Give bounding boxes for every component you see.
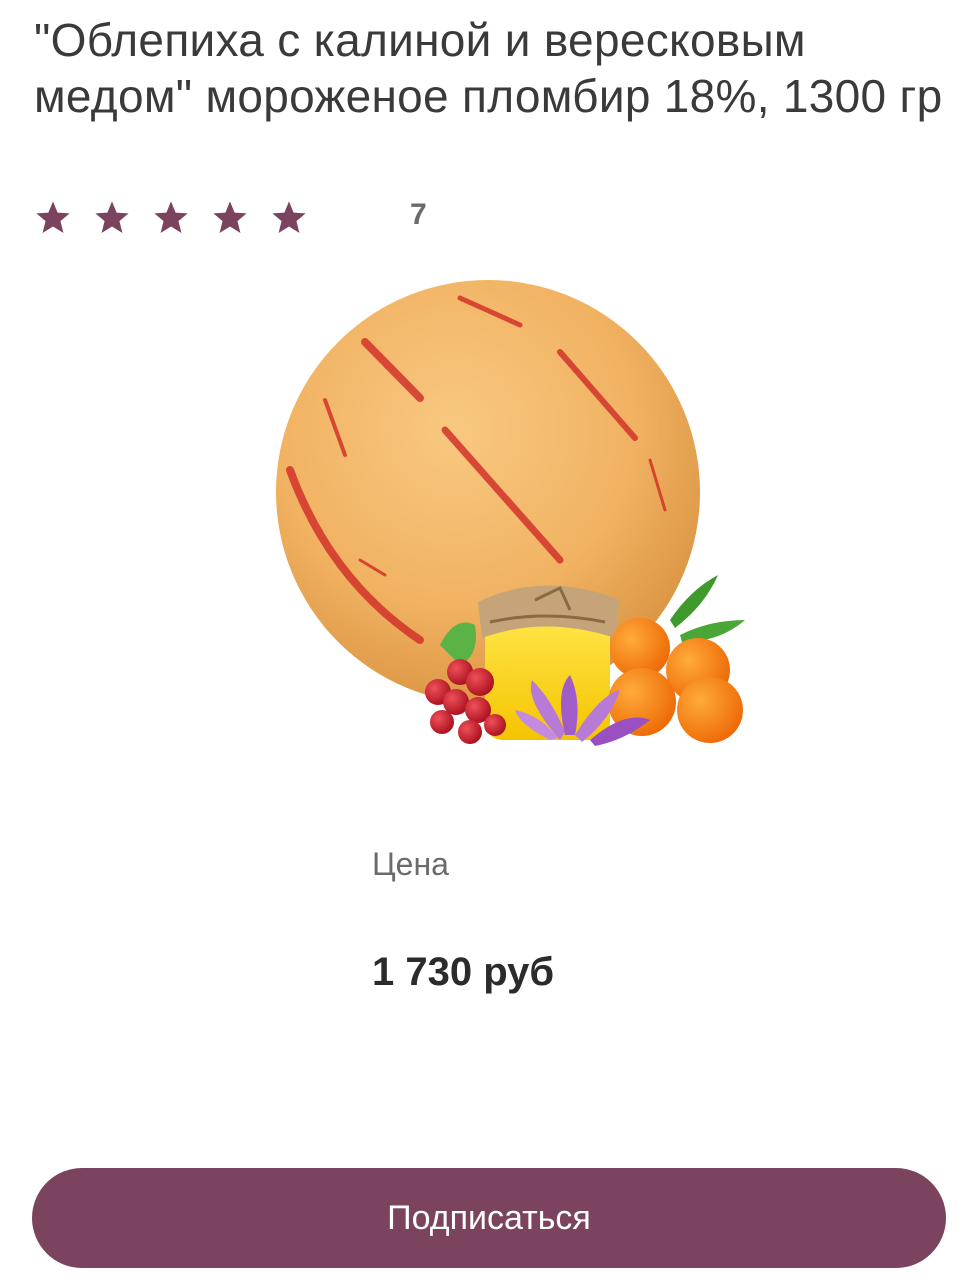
subscribe-button[interactable]: Подписаться bbox=[32, 1168, 946, 1268]
product-page: "Облепиха с калиной и вересковым медом" … bbox=[0, 0, 978, 1280]
star-icon bbox=[152, 199, 190, 237]
star-icon bbox=[34, 199, 72, 237]
product-title: "Облепиха с калиной и вересковым медом" … bbox=[34, 14, 943, 122]
price-value: 1 730 руб bbox=[372, 950, 555, 994]
product-rating bbox=[34, 196, 308, 240]
price-label: Цена bbox=[372, 846, 449, 882]
star-icon bbox=[211, 199, 249, 237]
review-count: 7 bbox=[410, 198, 427, 231]
star-icon bbox=[93, 199, 131, 237]
rating-stars bbox=[34, 199, 308, 237]
product-image bbox=[276, 280, 745, 746]
star-icon bbox=[270, 199, 308, 237]
